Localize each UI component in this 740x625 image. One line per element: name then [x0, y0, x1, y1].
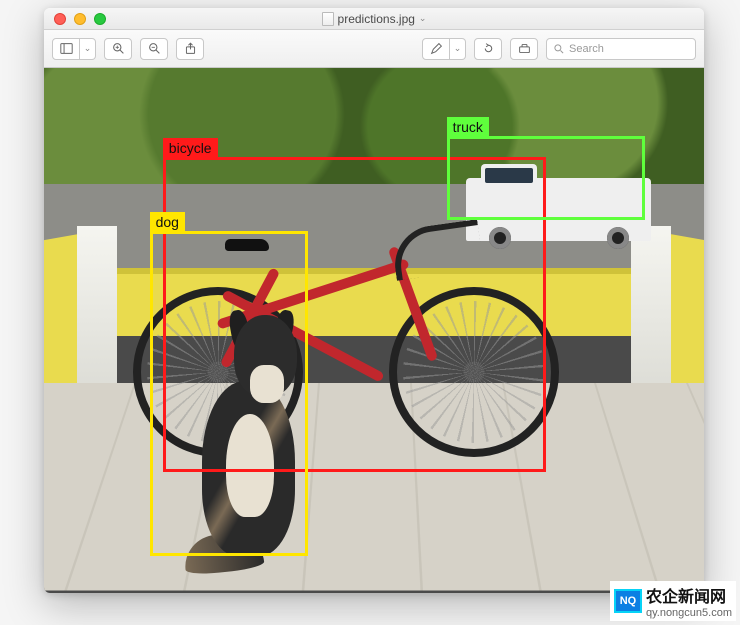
detection-label-bicycle: bicycle	[163, 138, 218, 158]
watermark: NQ 农企新闻网 qy.nongcun5.com	[610, 581, 736, 621]
sidebar-toggle-button[interactable]	[52, 38, 80, 60]
share-icon	[184, 42, 197, 55]
share-button[interactable]	[176, 38, 204, 60]
watermark-logo: NQ	[614, 589, 642, 613]
zoom-out-button[interactable]	[140, 38, 168, 60]
sidebar-dropdown-button[interactable]: ⌄	[80, 38, 96, 60]
markup-button[interactable]	[422, 38, 450, 60]
scene-illustration: bicycle dog truck	[44, 68, 704, 593]
maximize-window-button[interactable]	[94, 13, 106, 25]
rotate-button[interactable]	[474, 38, 502, 60]
detection-box-truck: truck	[447, 136, 645, 220]
sidebar-icon	[60, 42, 73, 55]
chevron-down-icon: ⌄	[84, 43, 92, 54]
chevron-down-icon: ⌄	[419, 13, 427, 24]
chevron-down-icon: ⌄	[454, 43, 462, 54]
search-icon	[553, 43, 565, 55]
toolbar: ⌄ ⌄ Search	[44, 30, 704, 68]
detection-label-dog: dog	[150, 212, 185, 232]
minimize-window-button[interactable]	[74, 13, 86, 25]
markup-dropdown-button[interactable]: ⌄	[450, 38, 466, 60]
pencil-icon	[430, 42, 443, 55]
watermark-title: 农企新闻网	[646, 583, 732, 607]
edit-toolbar-button[interactable]	[510, 38, 538, 60]
zoom-in-button[interactable]	[104, 38, 132, 60]
zoom-out-icon	[148, 42, 161, 55]
image-viewport[interactable]: bicycle dog truck	[44, 68, 704, 593]
filename-label: predictions.jpg	[338, 12, 415, 26]
detection-label-truck: truck	[447, 117, 489, 137]
search-placeholder: Search	[569, 43, 604, 55]
rotate-icon	[482, 42, 495, 55]
preview-window: predictions.jpg ⌄ ⌄ ⌄	[44, 8, 704, 593]
window-controls	[44, 13, 106, 25]
titlebar: predictions.jpg ⌄	[44, 8, 704, 30]
watermark-url: qy.nongcun5.com	[646, 607, 732, 619]
close-window-button[interactable]	[54, 13, 66, 25]
file-icon	[322, 12, 334, 26]
detection-box-dog: dog	[150, 231, 308, 557]
window-title: predictions.jpg ⌄	[44, 12, 704, 26]
zoom-in-icon	[112, 42, 125, 55]
toolbox-icon	[518, 42, 531, 55]
search-input[interactable]: Search	[546, 38, 696, 60]
